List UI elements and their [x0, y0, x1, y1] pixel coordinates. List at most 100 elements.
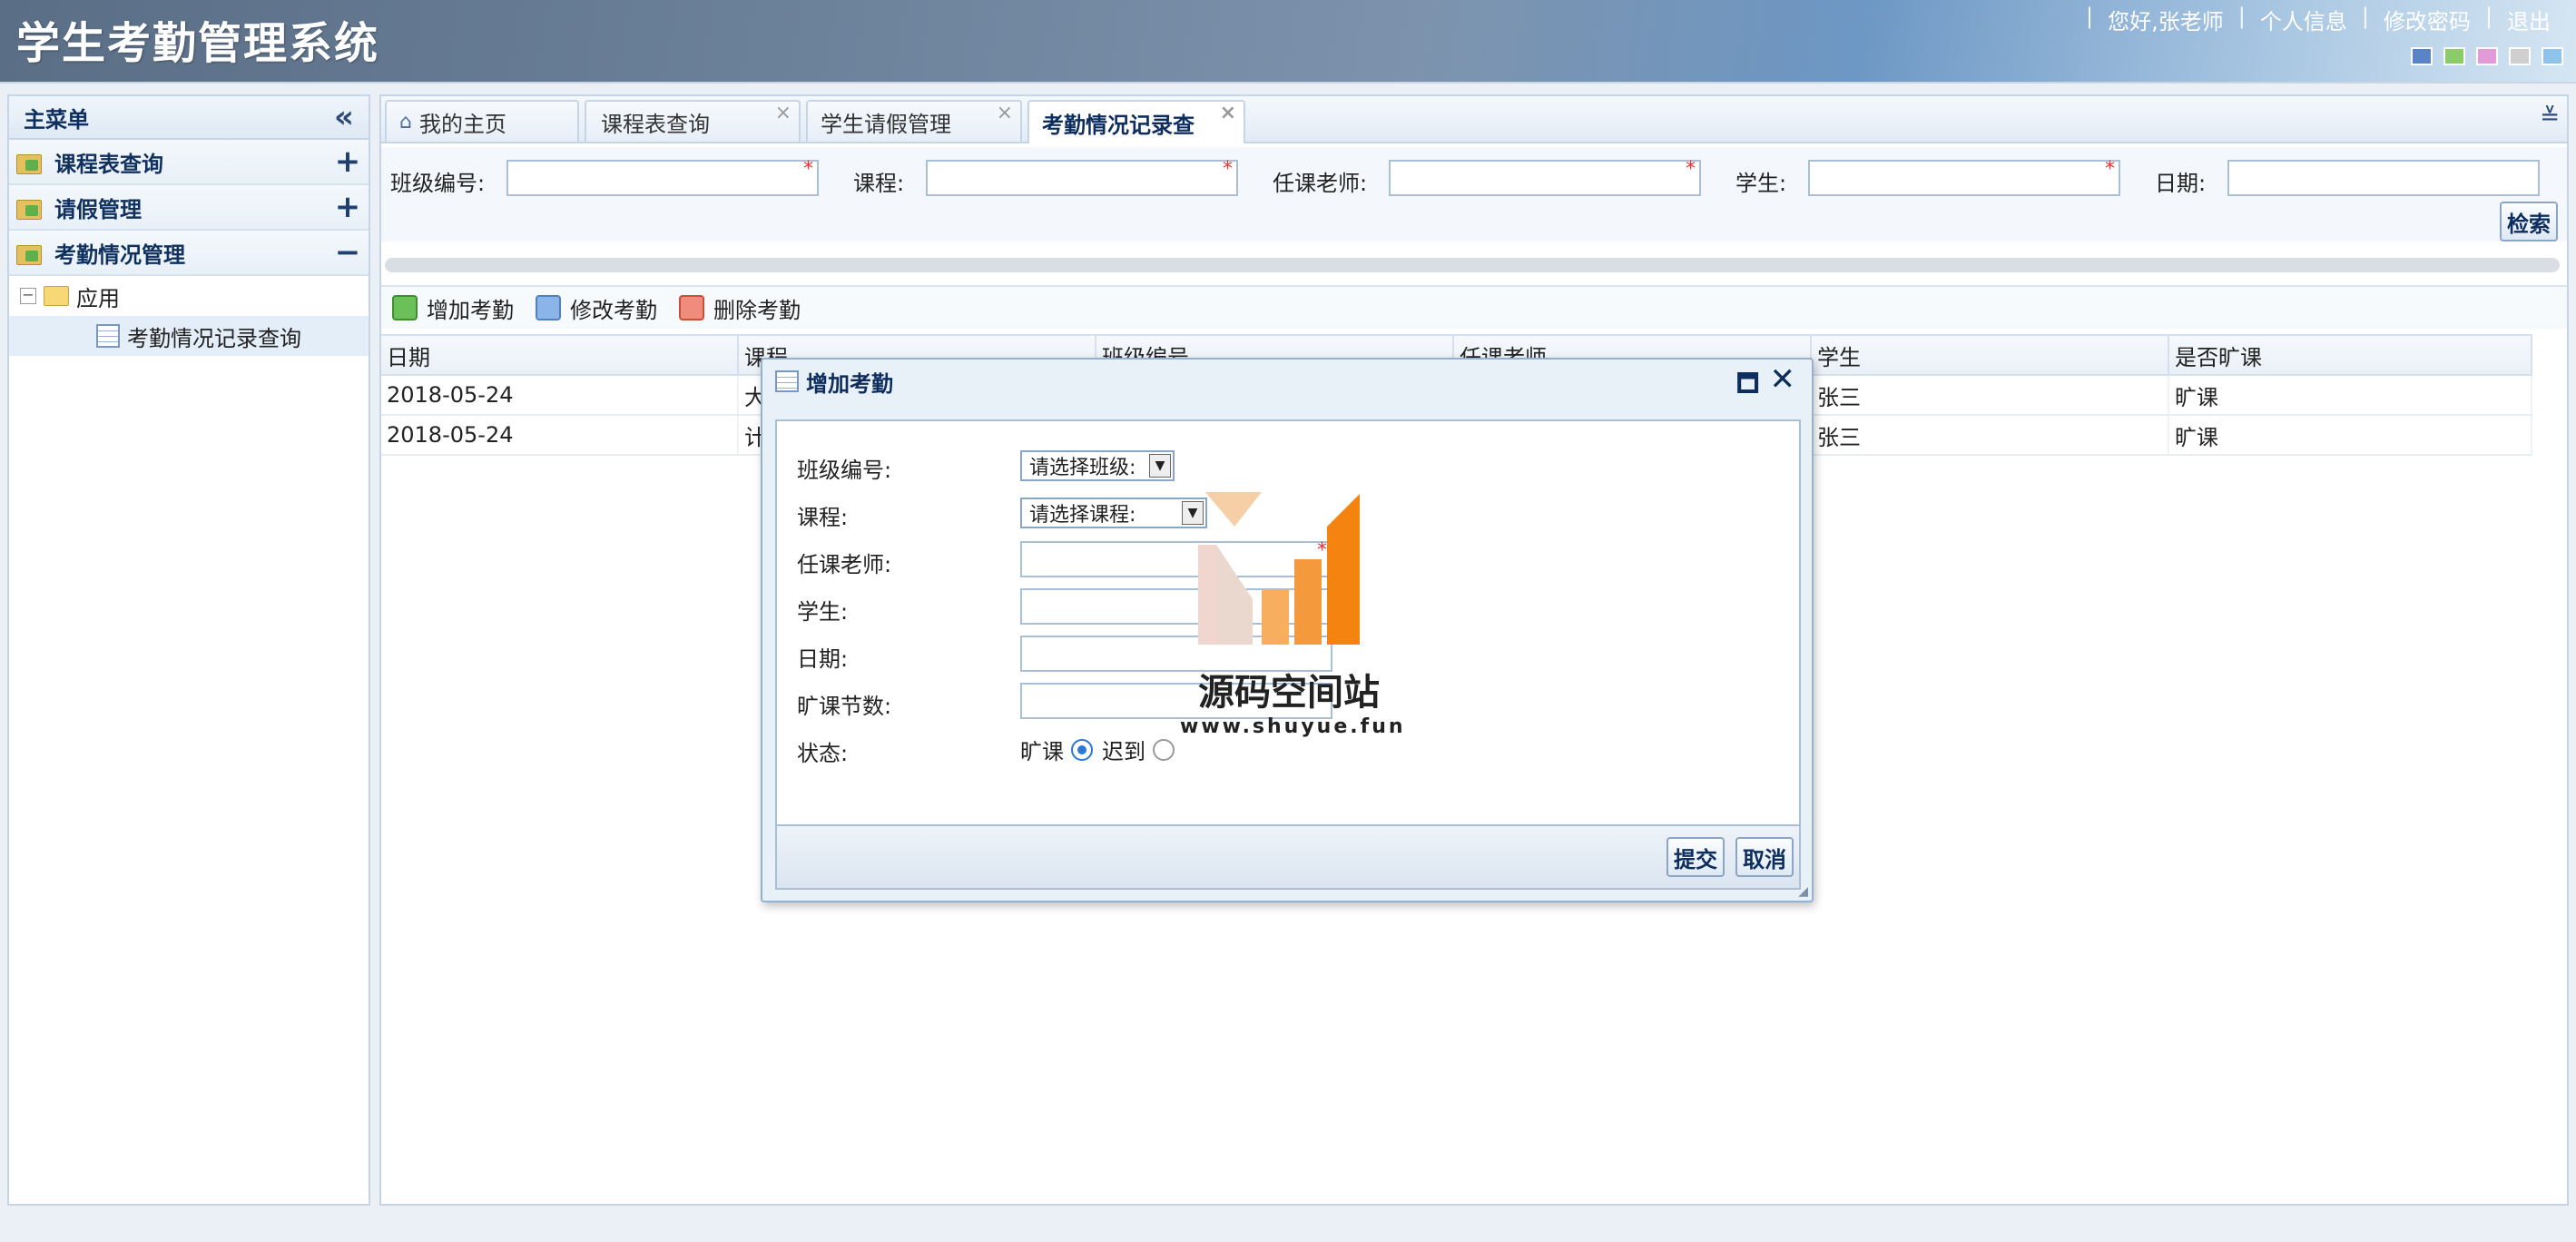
tab-label: 课程表查询 [601, 111, 710, 137]
theme-swatch-gray[interactable] [2509, 47, 2531, 65]
delete-attendance-button[interactable]: 删除考勤 [679, 292, 801, 324]
grid-file-icon [96, 324, 120, 348]
status-option-absent-label: 旷课 [1020, 739, 1064, 764]
teacher-label: 任课老师: [797, 552, 892, 577]
search-button[interactable]: 检索 [2500, 202, 2558, 242]
sidebar-title: 主菜单 [24, 106, 89, 133]
tab-home[interactable]: ⌂ 我的主页 [385, 100, 579, 142]
grid-icon [775, 370, 799, 392]
edit-attendance-button[interactable]: 修改考勤 [536, 292, 657, 324]
theme-swatch-green[interactable] [2443, 47, 2465, 65]
cell-absent: 旷课 [2169, 376, 2532, 414]
chevron-down-icon[interactable]: ▼ [1149, 454, 1171, 478]
cell-date: 2018-05-24 [381, 416, 739, 454]
expand-icon[interactable]: + [334, 146, 361, 177]
folder-app-icon [16, 151, 44, 174]
close-icon[interactable]: × [997, 102, 1013, 124]
teacher-label: 任课老师: [1273, 171, 1368, 196]
home-icon: ⌂ [399, 110, 412, 133]
submit-button[interactable]: 提交 [1667, 837, 1725, 877]
tree-leaf-attendance-records[interactable]: 考勤情况记录查询 [9, 316, 369, 356]
tab-schedule[interactable]: 课程表查询 × [585, 100, 801, 142]
course-select-value: 请选择课程: [1029, 504, 1136, 527]
status-label: 状态: [797, 741, 849, 766]
column-header-student[interactable]: 学生 [1812, 336, 2169, 374]
profile-link[interactable]: 个人信息 [2251, 4, 2356, 35]
status-option-late-label: 迟到 [1102, 739, 1145, 764]
class-label: 班级编号: [390, 171, 486, 196]
theme-swatch-pink[interactable] [2476, 47, 2498, 65]
tab-label: 我的主页 [418, 111, 506, 137]
dialog-header[interactable]: 增加考勤 🗖 ✕ [762, 360, 1812, 403]
menu-label: 请假管理 [54, 196, 142, 222]
menu-leave[interactable]: 请假管理 + [9, 185, 369, 231]
sidebar: 主菜单 « 课程表查询 + 请假管理 + 考勤情况管理 − − 应用 考勤情况记… [7, 94, 370, 1206]
tab-bar: ⌂ 我的主页 课程表查询 × 学生请假管理 × 考勤情况记录查 × ≚ [381, 96, 2567, 143]
required-mark: * [1223, 158, 1233, 181]
tab-leave[interactable]: 学生请假管理 × [806, 100, 1022, 142]
horizontal-scrollbar[interactable] [385, 258, 2560, 272]
student-input[interactable]: * [1808, 158, 2120, 196]
date-input[interactable] [2227, 160, 2540, 196]
course-label: 课程: [853, 171, 905, 196]
cancel-button[interactable]: 取消 [1735, 837, 1794, 877]
maximize-icon[interactable]: 🗖 [1736, 367, 1759, 407]
class-select[interactable]: 请选择班级: ▼ [1020, 450, 1175, 481]
app-title: 学生考勤管理系统 [16, 18, 380, 69]
cell-date: 2018-05-24 [381, 376, 739, 414]
tree-folder-node[interactable]: − 应用 [9, 276, 369, 316]
course-label: 课程: [797, 505, 849, 530]
required-mark: * [2105, 158, 2115, 181]
watermark-title: 源码空间站 [1198, 672, 1380, 714]
logout-link[interactable]: 退出 [2498, 4, 2560, 35]
collapse-sidebar-icon[interactable]: « [334, 102, 354, 133]
watermark-url: www.shuyue.fun [1180, 715, 1406, 738]
column-header-date[interactable]: 日期 [381, 336, 739, 374]
sidebar-header: 主菜单 « [9, 96, 369, 140]
link-separator: | [2361, 4, 2369, 29]
status-radio-late[interactable] [1153, 738, 1175, 761]
close-icon[interactable]: × [775, 102, 791, 124]
edit-icon [536, 295, 561, 320]
close-icon[interactable]: × [1220, 102, 1236, 124]
menu-attendance[interactable]: 考勤情况管理 − [9, 231, 369, 276]
theme-swatch-blue[interactable] [2411, 47, 2433, 65]
theme-swatch-light-blue[interactable] [2542, 47, 2563, 65]
collapse-icon[interactable]: − [334, 237, 361, 268]
tree-leaf-label: 考勤情况记录查询 [127, 325, 301, 351]
resize-handle-icon[interactable]: ◢ [1798, 884, 1808, 899]
folder-app-icon [16, 196, 44, 220]
change-password-link[interactable]: 修改密码 [2374, 4, 2480, 35]
folder-app-icon [16, 242, 44, 265]
column-header-absent[interactable]: 是否旷课 [2169, 336, 2532, 374]
course-input[interactable]: * [926, 158, 1238, 196]
tree-toggle-icon[interactable]: − [20, 288, 36, 304]
edit-attendance-label: 修改考勤 [570, 297, 657, 323]
watermark-logo [1198, 492, 1360, 645]
date-label: 日期: [2155, 171, 2207, 196]
class-label: 班级编号: [797, 458, 892, 483]
tabs-menu-icon[interactable]: ≚ [2540, 104, 2560, 131]
theme-switcher [2411, 47, 2563, 65]
search-form: 班级编号: * 课程: * 任课老师: * 学生: * 日期: 检索 [381, 147, 2567, 242]
add-icon [392, 295, 418, 320]
menu-label: 考勤情况管理 [54, 242, 185, 268]
add-attendance-button[interactable]: 增加考勤 [392, 292, 514, 324]
toolbar: 增加考勤 修改考勤 删除考勤 [381, 285, 2567, 329]
student-label: 学生: [1735, 171, 1787, 196]
delete-icon [679, 295, 704, 320]
menu-schedule[interactable]: 课程表查询 + [9, 140, 369, 185]
teacher-input[interactable]: * [1389, 158, 1701, 196]
tab-attendance-records[interactable]: 考勤情况记录查 × [1027, 100, 1245, 143]
status-radio-absent[interactable] [1071, 738, 1093, 761]
expand-icon[interactable]: + [334, 192, 361, 222]
link-separator: | [2484, 4, 2492, 29]
date-label: 日期: [797, 646, 849, 672]
link-separator: | [2085, 4, 2094, 29]
cell-student: 张三 [1812, 376, 2169, 414]
close-icon[interactable]: ✕ [1770, 361, 1796, 398]
tab-label: 学生请假管理 [821, 111, 951, 137]
class-input[interactable]: * [506, 158, 819, 196]
class-select-value: 请选择班级: [1029, 457, 1136, 479]
app-header: 学生考勤管理系统 | 您好,张老师 | 个人信息 | 修改密码 | 退出 [0, 0, 2576, 84]
